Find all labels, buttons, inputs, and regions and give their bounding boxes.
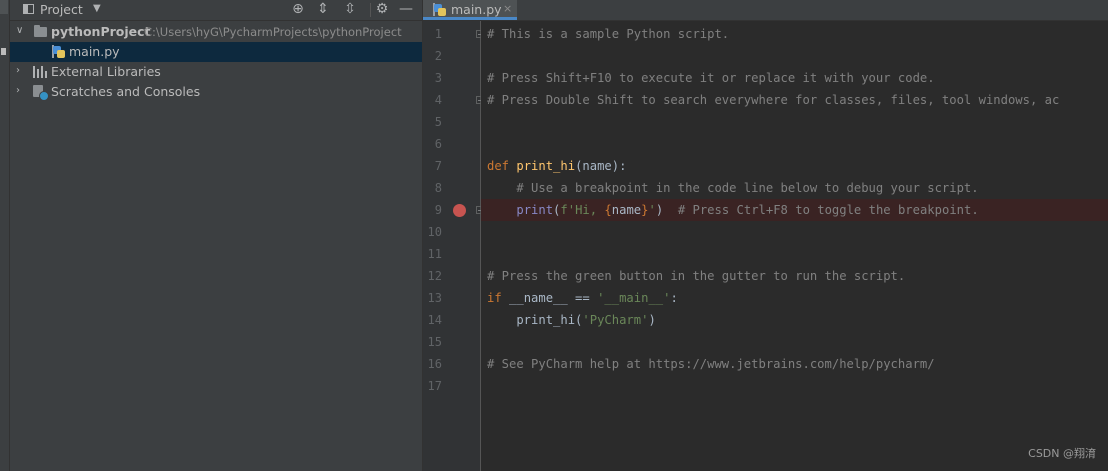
line-number: 15 [427, 335, 442, 349]
call-close: ) [648, 313, 656, 327]
code-line-12: # Press the green button in the gutter t… [487, 269, 906, 283]
brace-open: { [604, 203, 612, 217]
breakpoint-icon[interactable] [453, 204, 466, 217]
code-line-13: if __name__ == '__main__': [487, 287, 678, 309]
chevron-right-icon[interactable]: › [16, 65, 20, 76]
editor-gutter[interactable]: 1 2 3 4 5 6 7 8 9 10 11 12 13 14 15 16 1… [423, 21, 484, 471]
line-number: 17 [427, 379, 442, 393]
line-number: 16 [427, 357, 442, 371]
arg-string: 'PyCharm' [582, 313, 649, 327]
watermark: CSDN @翔淯 [1028, 447, 1096, 460]
project-tool-window: Project ▼ ⊕ ⇕ ⇳ ⚙ — ∨ pythonProject C:\U… [10, 0, 423, 471]
line-number: 6 [434, 137, 442, 151]
line-number: 2 [434, 49, 442, 63]
line-number: 9 [434, 203, 442, 217]
colon: : [670, 291, 678, 305]
close-icon[interactable]: × [503, 2, 512, 15]
library-icon [33, 66, 47, 78]
tree-item-scratches[interactable]: › Scratches and Consoles [10, 82, 422, 102]
inline-comment: # Press Ctrl+F8 to toggle the breakpoint… [677, 203, 979, 217]
tree-item-external-libraries[interactable]: › External Libraries [10, 62, 422, 82]
file-name: main.py [69, 44, 120, 59]
function-name: print_hi [516, 159, 576, 173]
line-number: 4 [434, 93, 442, 107]
python-file-icon [52, 45, 66, 59]
tab-label: main.py [451, 2, 502, 17]
project-view-icon [23, 4, 34, 14]
locate-icon[interactable]: ⊕ [290, 1, 306, 18]
call: print_hi( [487, 313, 583, 327]
external-libraries-label: External Libraries [51, 64, 161, 79]
code-line-9: print(f'Hi, {name}') # Press Ctrl+F8 to … [487, 199, 979, 221]
line-number: 1 [434, 27, 442, 41]
project-path: C:\Users\hyG\PycharmProjects\pythonProje… [144, 25, 402, 39]
chevron-down-icon[interactable]: ∨ [16, 25, 23, 36]
scratches-label: Scratches and Consoles [51, 84, 201, 99]
line-number: 8 [434, 181, 442, 195]
project-toolbar: Project ▼ ⊕ ⇕ ⇳ ⚙ — [10, 0, 422, 21]
project-stripe-button[interactable] [0, 0, 8, 14]
left-tool-stripe [0, 0, 10, 471]
line-number: 10 [427, 225, 442, 239]
line-number: 3 [434, 71, 442, 85]
gear-icon[interactable]: ⚙ [374, 1, 390, 18]
paren-close: ) [655, 203, 678, 217]
scratch-icon [33, 85, 49, 101]
line-number: 13 [427, 291, 442, 305]
params: (name): [575, 159, 627, 173]
code-line-4: # Press Double Shift to search everywher… [487, 93, 1060, 107]
main-string: '__main__' [597, 291, 671, 305]
code-line-14: print_hi('PyCharm') [487, 309, 656, 331]
code-line-3: # Press Shift+F10 to execute it or repla… [487, 71, 935, 85]
condition: __name__ == [501, 291, 598, 305]
stripe-marker [1, 48, 6, 55]
code-editor[interactable]: # This is a sample Python script. # Pres… [481, 21, 1108, 471]
tree-item-main-py[interactable]: main.py [10, 42, 422, 62]
chevron-right-icon[interactable]: › [16, 85, 20, 96]
code-line-1: # This is a sample Python script. [487, 27, 730, 41]
view-dropdown-icon[interactable]: ▼ [93, 3, 101, 14]
code-line-8: # Use a breakpoint in the code line belo… [487, 181, 979, 195]
fstring-start: f'Hi, [560, 203, 605, 217]
builtin-print: print [516, 203, 554, 217]
line-number: 14 [427, 313, 442, 327]
project-title[interactable]: Project [40, 2, 83, 17]
code-line-7: def print_hi(name): [487, 155, 626, 177]
code-line-16: # See PyCharm help at https://www.jetbra… [487, 357, 935, 371]
python-file-icon [433, 3, 447, 17]
fstring-end: ' [648, 203, 656, 217]
keyword-def: def [487, 159, 510, 173]
line-number: 7 [434, 159, 442, 173]
tab-main-py[interactable]: main.py × [423, 0, 517, 20]
editor-tab-bar: main.py × [423, 0, 1108, 21]
keyword-if: if [487, 291, 502, 305]
line-number: 12 [427, 269, 442, 283]
tree-item-pythonproject[interactable]: ∨ pythonProject C:\Users\hyG\PycharmProj… [10, 22, 422, 42]
collapse-all-icon[interactable]: ⇳ [342, 1, 358, 18]
line-number: 11 [427, 247, 442, 261]
expand-all-icon[interactable]: ⇕ [315, 1, 331, 18]
fstring-var: name [611, 203, 642, 217]
minimize-icon[interactable]: — [398, 1, 414, 18]
toolbar-separator [370, 3, 371, 17]
folder-icon [34, 25, 47, 37]
line-number: 5 [434, 115, 442, 129]
project-name: pythonProject [51, 24, 151, 39]
